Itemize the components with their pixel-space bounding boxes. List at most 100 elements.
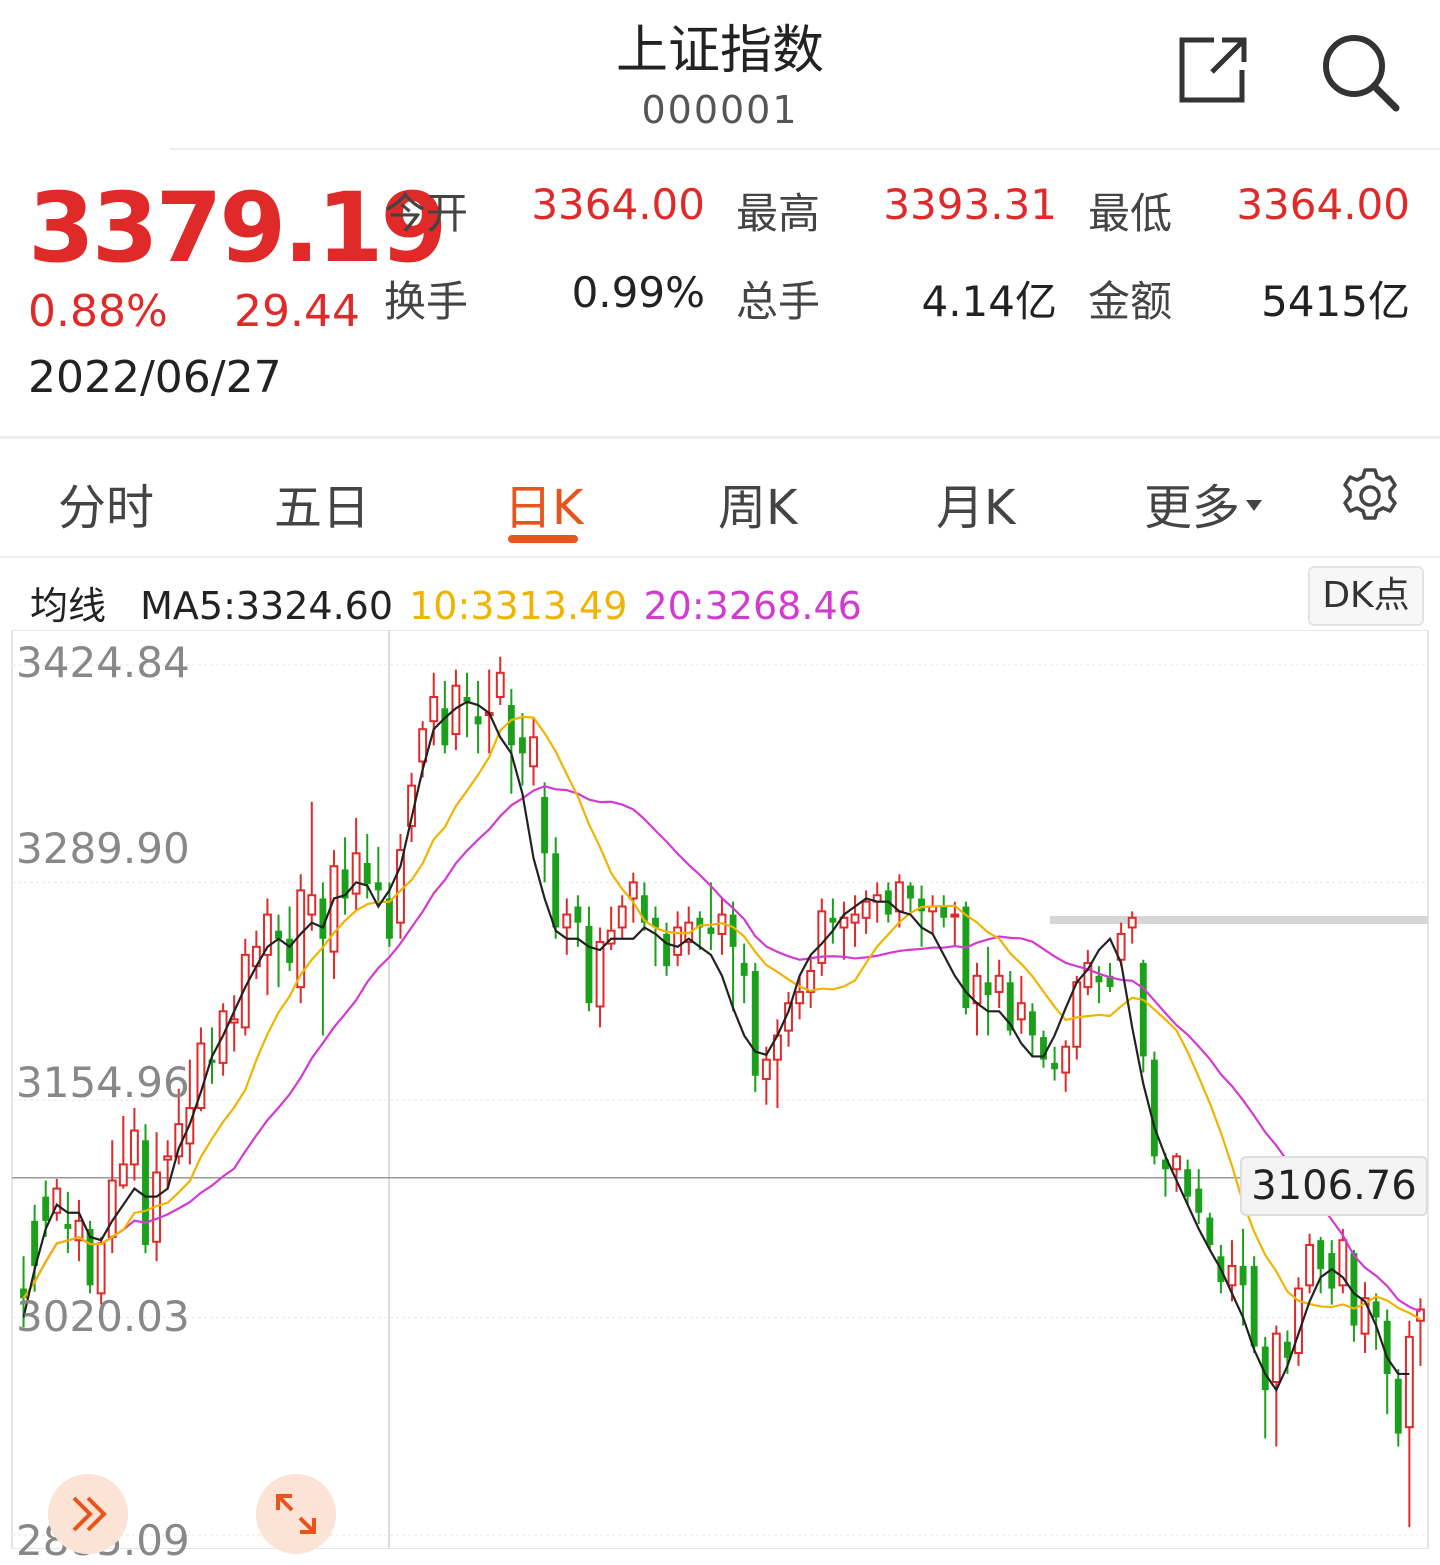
ma10-value: 10:3313.49 [409,584,628,628]
y-axis-label: 3020.03 [16,1292,190,1341]
tabs-divider [0,556,1440,558]
volume-label: 总手 [736,277,821,326]
candle-body-up [1016,1002,1026,1021]
tab-five-day[interactable]: 五日 [274,468,370,538]
candle-body-down [1317,1240,1325,1270]
high-value: 3393.31 [883,180,1057,229]
candle-body-up [495,671,505,698]
candle-body-down [1051,1062,1059,1070]
candle-body-up [351,852,361,895]
candle-body-down [64,1224,72,1229]
chart-frame [11,629,1429,1550]
tab-weekly-k[interactable]: 周K [718,468,797,538]
candle-body-up [129,1129,139,1166]
candle-body-down [474,716,482,725]
low-label: 最低 [1088,189,1173,238]
candle-body-up [595,940,605,1008]
quote-date: 2022/06/27 [28,352,282,403]
current-price: 3379.19 [28,172,447,284]
candle-body-down [1195,1188,1203,1213]
header: 上证指数 000001 [0,0,1440,148]
candle-body-up [107,1179,117,1238]
tab-daily-k[interactable]: 日K [504,468,583,538]
search-icon[interactable] [1316,28,1400,112]
share-icon[interactable] [1172,28,1256,112]
kline-chart[interactable]: 3424.84 3289.90 3154.96 3020.03 2885.09 [0,629,1440,1565]
candle-body-down [663,933,671,967]
amount-value: 5415亿 [1261,277,1410,326]
active-tab-indicator [508,535,578,543]
tab-monthly-k[interactable]: 月K [936,468,1015,538]
candle-body-up [894,881,904,913]
candle-body-down [729,914,737,947]
quote-divider [0,436,1440,439]
candle-body-down [42,1196,50,1221]
candle-body-down [907,885,914,899]
turnover-label: 换手 [384,277,469,326]
dk-point-button[interactable]: DK点 [1308,566,1424,626]
candle-body-up [1305,1244,1315,1287]
candle-body-up [1404,1335,1414,1429]
header-divider [170,148,1440,150]
candle-body-down [707,927,715,934]
candle-body-up [1271,1332,1281,1384]
ma20-value: 20:3268.46 [643,584,862,628]
candle-body-down [574,906,582,923]
candle-body-up [795,990,805,1005]
candle-body-up [950,913,960,918]
candle-body-down [519,737,526,754]
candle-body-down [1206,1217,1214,1246]
fullscreen-button[interactable] [256,1474,336,1554]
candle-body-down [1095,975,1103,983]
candle-body-down [552,853,560,928]
expand-left-button[interactable] [48,1474,128,1554]
open-label: 今开 [384,189,469,238]
candle-body-down [984,982,992,996]
change-percent: 0.88% [28,286,168,337]
double-chevron-icon [72,1496,107,1532]
candle-body-down [740,962,748,976]
candle-body-up [307,894,317,916]
candle-body-down [1184,1169,1192,1197]
candle-body-down [1372,1301,1380,1318]
candle-body-down [1383,1320,1391,1374]
tab-intraday[interactable]: 分时 [58,468,154,538]
candle-body-up [1227,1264,1237,1287]
high-label: 最高 [736,189,821,238]
candle-body-up [163,1155,173,1161]
candle-body-down [142,1140,149,1246]
kline-svg[interactable] [0,629,1440,1550]
candle-body-down [1028,1011,1036,1036]
candle-body-up [761,1058,771,1080]
candle-body-up [673,926,683,956]
candle-body-up [817,910,827,964]
low-value: 3364.00 [1236,180,1410,229]
open-value: 3364.00 [531,180,705,229]
candle-body-down [751,970,759,1076]
candle-body-up [396,849,405,924]
amount-label: 金额 [1088,277,1173,326]
y-axis-label: 3154.96 [16,1058,190,1107]
candle-body-up [994,974,1004,993]
ma5-value: MA5:3324.60 [140,584,394,628]
candle-body-up [1061,1045,1071,1074]
tab-more[interactable]: 更多 [1144,468,1263,538]
candle-body-down [1239,1265,1247,1286]
candle-body-down [374,882,382,891]
candle-body-up [1072,981,1082,1048]
chevron-down-icon [1246,499,1263,511]
volume-value: 4.14亿 [921,277,1057,326]
candle-body-up [429,695,439,723]
fullscreen-icon [276,1494,316,1534]
crosshair-price-label: 3106.76 [1240,1156,1428,1216]
turnover-value: 0.99% [571,268,705,317]
gear-icon[interactable] [1340,466,1400,526]
candle-body-up [229,1018,239,1024]
candle-body-down [1150,1059,1158,1157]
candle-body-up [617,905,627,929]
candle-body-down [585,925,593,1004]
ma5-line [22,700,1410,1393]
candle-body-down [1250,1265,1258,1347]
candle-body-up [329,865,339,953]
change-value: 29.44 [234,286,360,337]
